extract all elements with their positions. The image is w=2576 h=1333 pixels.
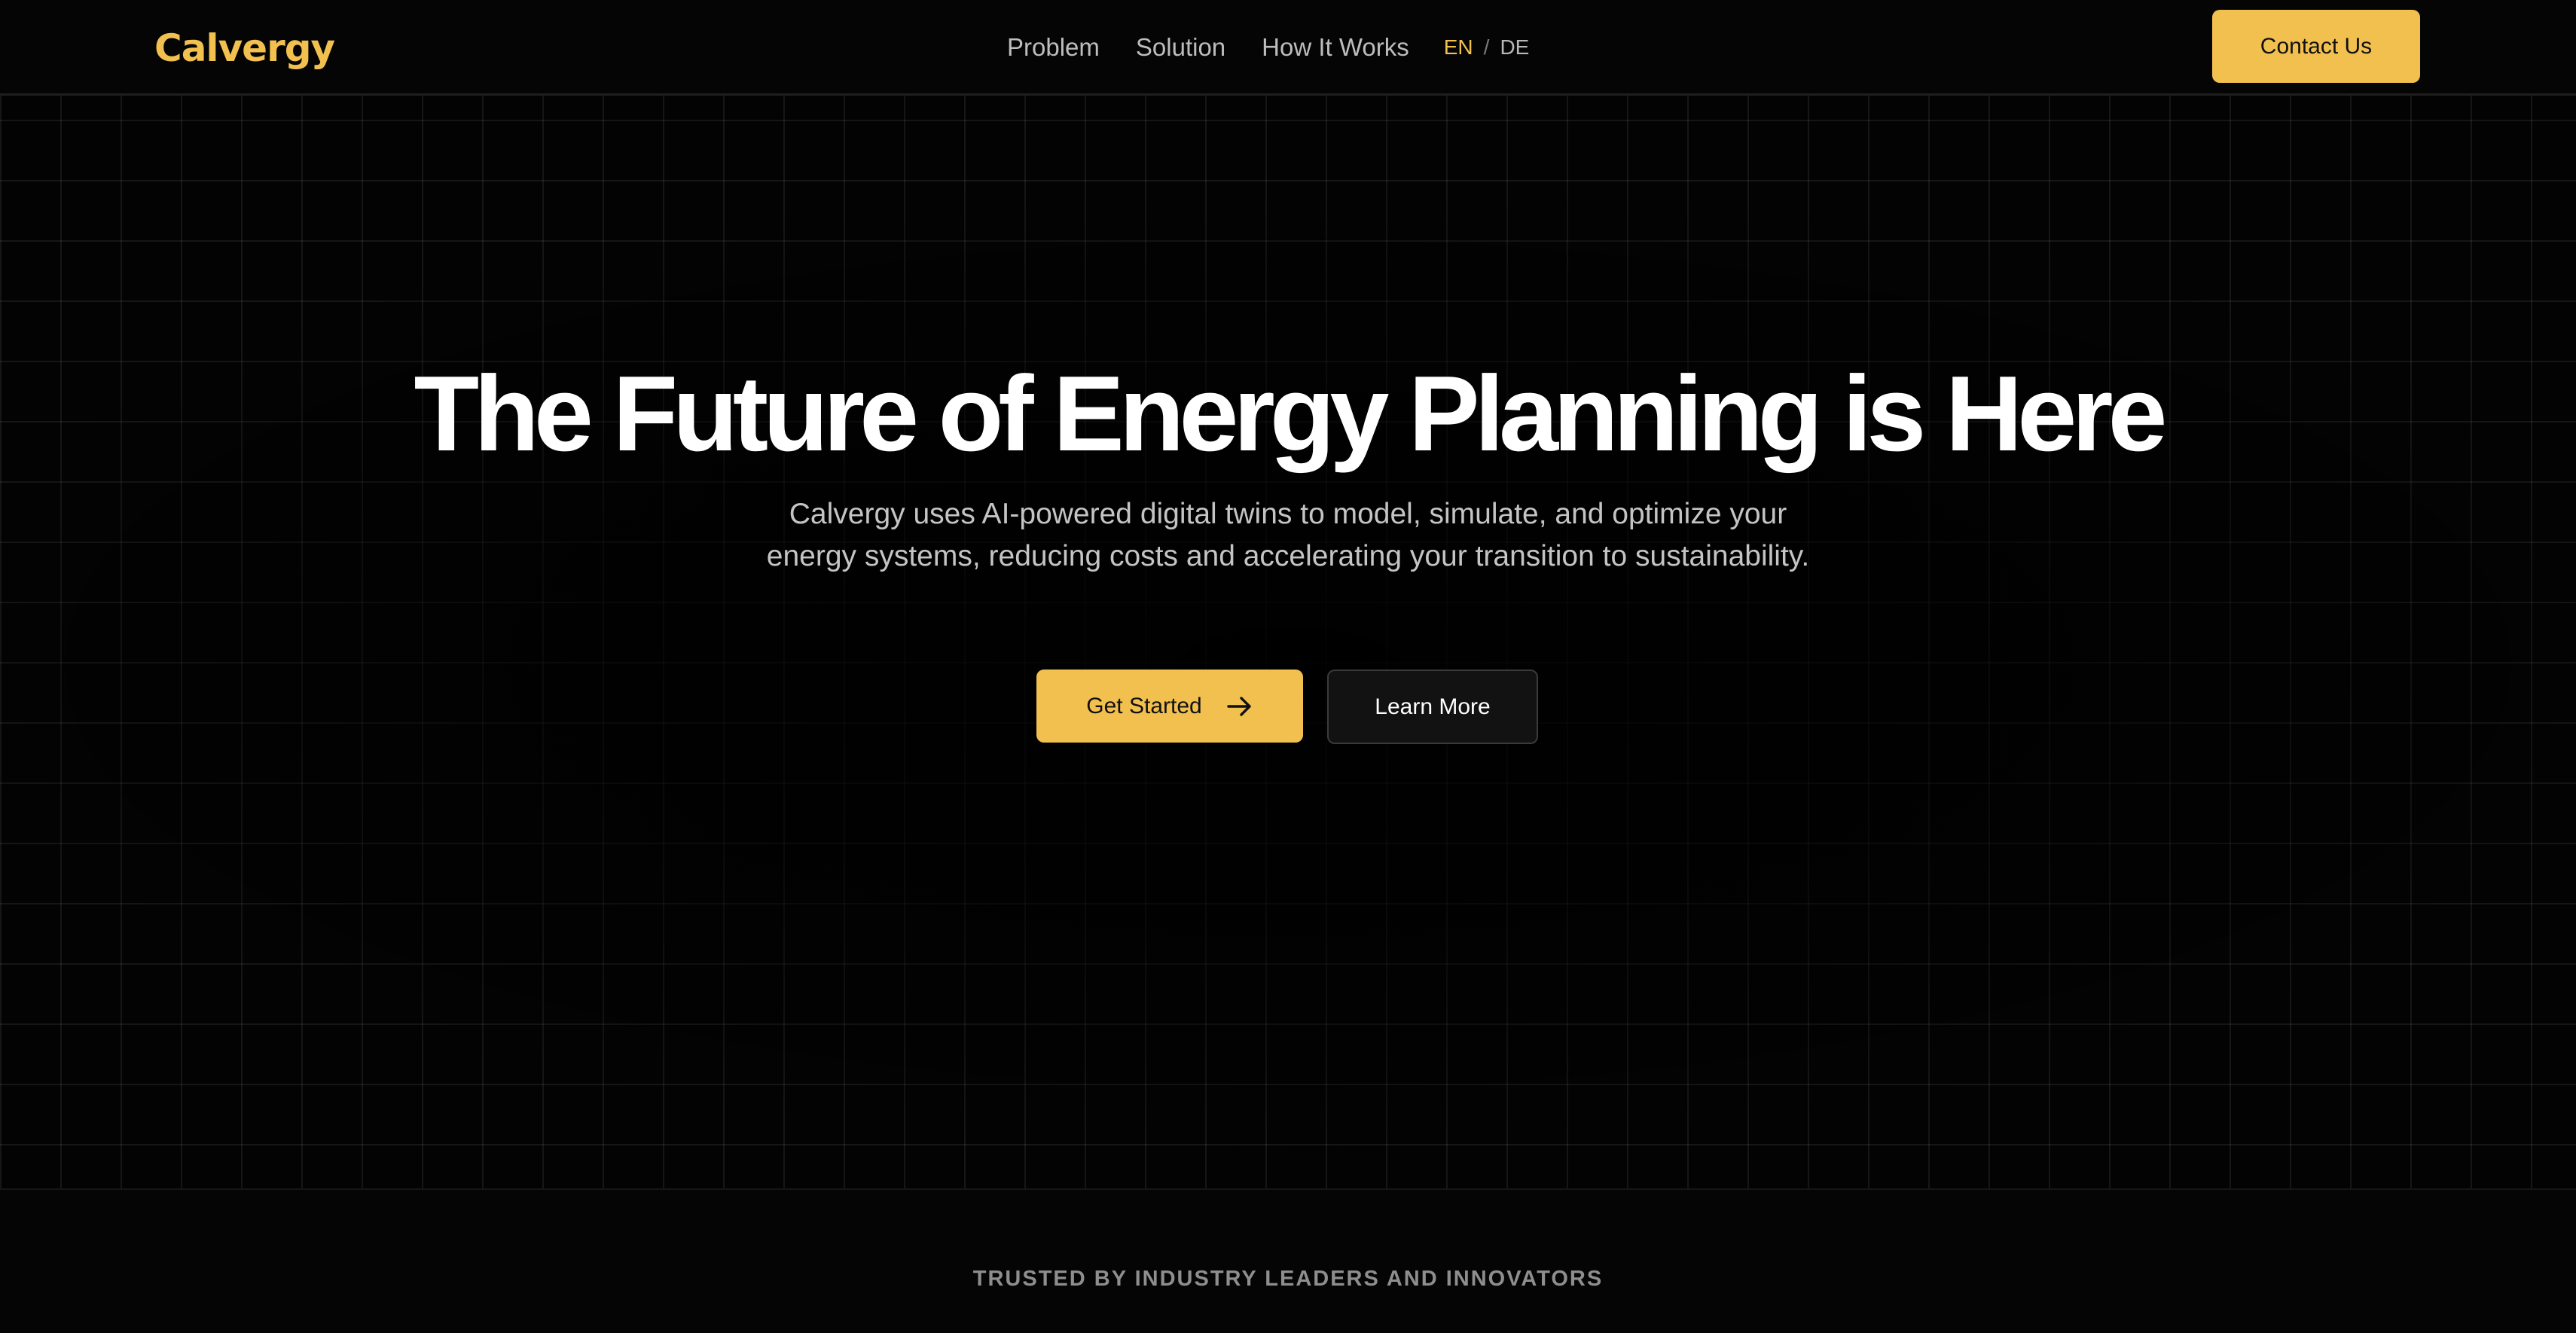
get-started-button[interactable]: Get Started <box>1036 670 1303 743</box>
contact-us-button[interactable]: Contact Us <box>2212 10 2420 83</box>
hero-subtitle: Calvergy uses AI-powered digital twins t… <box>766 498 1810 572</box>
brand-logo[interactable]: Calvergy <box>154 24 335 72</box>
language-switcher: EN / DE <box>1444 29 1530 66</box>
hero-title: The Future of Energy Planning is Here <box>414 354 2167 474</box>
language-de[interactable]: DE <box>1500 29 1529 66</box>
language-separator: / <box>1483 35 1490 59</box>
arrow-right-icon <box>1226 695 1253 718</box>
nav-link-solution[interactable]: Solution <box>1136 29 1225 66</box>
hero-vignette <box>0 96 2576 1188</box>
hero-section <box>0 96 2576 1190</box>
hero-cta-row: Get Started Learn More <box>1036 670 1538 744</box>
learn-more-button[interactable]: Learn More <box>1327 670 1538 744</box>
main-nav: Problem Solution How It Works EN / DE <box>1007 29 1529 66</box>
trusted-by-label: TRUSTED BY INDUSTRY LEADERS AND INNOVATO… <box>972 1267 1604 1291</box>
get-started-label: Get Started <box>1086 693 1202 718</box>
nav-link-how-it-works[interactable]: How It Works <box>1262 29 1409 66</box>
trusted-section: TRUSTED BY INDUSTRY LEADERS AND INNOVATO… <box>0 1190 2576 1333</box>
nav-link-problem[interactable]: Problem <box>1007 29 1100 66</box>
landing-page: Calvergy Problem Solution How It Works E… <box>0 0 2576 1333</box>
language-en[interactable]: EN <box>1444 29 1473 66</box>
learn-more-label: Learn More <box>1375 694 1491 719</box>
top-navbar: Calvergy Problem Solution How It Works E… <box>0 0 2576 96</box>
